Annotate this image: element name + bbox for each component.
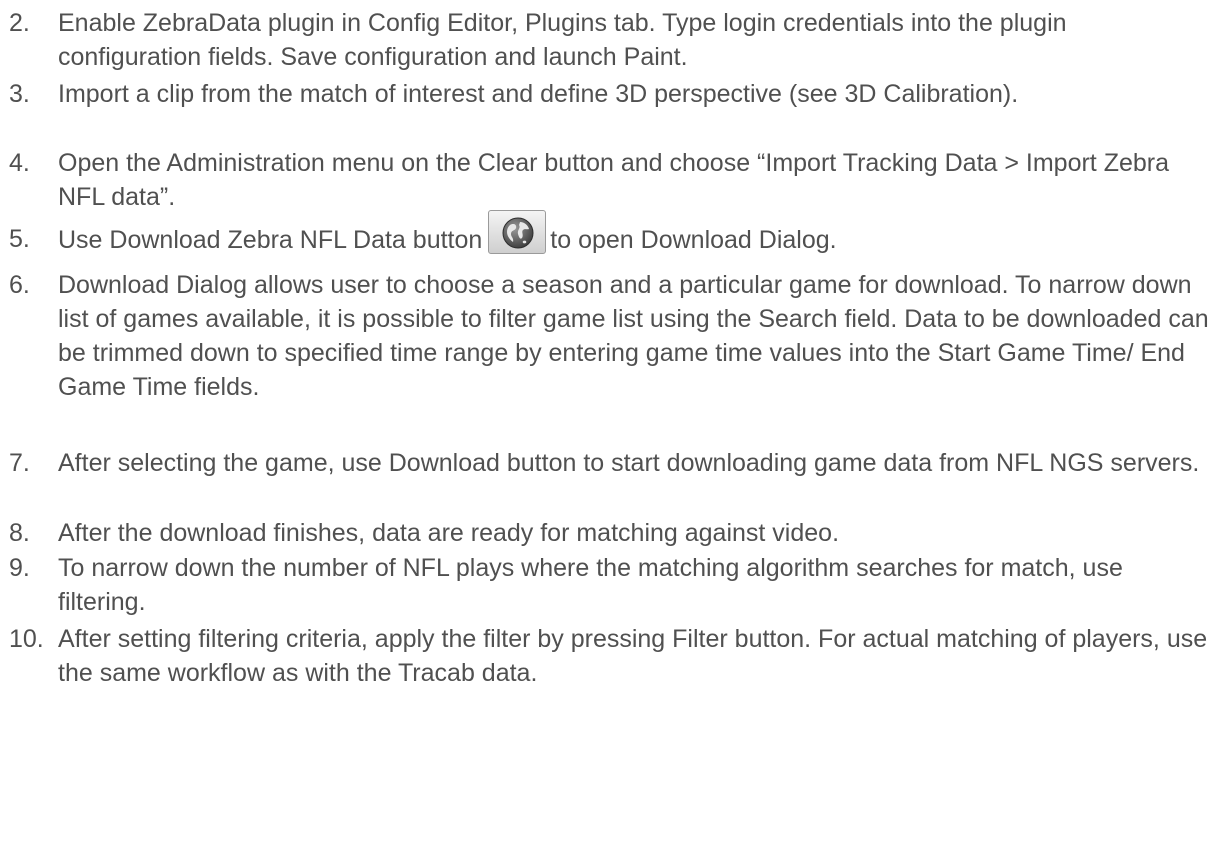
step-number: 8. bbox=[9, 519, 30, 547]
step-text: Download Dialog allows user to choose a … bbox=[58, 271, 1209, 401]
step-text: After setting filtering criteria, apply … bbox=[58, 625, 1208, 687]
step-number: 5. bbox=[9, 225, 30, 253]
step-text: After selecting the game, use Download b… bbox=[58, 449, 1200, 477]
step-8: 8. After the download finishes, data are… bbox=[0, 516, 845, 550]
step-text: Enable ZebraData plugin in Config Editor… bbox=[58, 9, 1067, 71]
step-3: 3. Import a clip from the match of inter… bbox=[0, 77, 1024, 111]
step-text: Open the Administration menu on the Clea… bbox=[58, 149, 1170, 211]
step-text-after: to open Download Dialog. bbox=[550, 226, 837, 254]
step-number: 6. bbox=[9, 271, 30, 299]
step-number: 3. bbox=[9, 80, 30, 108]
download-zebra-nfl-data-button[interactable] bbox=[488, 210, 547, 254]
step-text: Use Download Zebra NFL Data button to op… bbox=[58, 210, 837, 257]
step-number: 10. bbox=[9, 625, 44, 653]
step-number: 4. bbox=[9, 149, 30, 177]
step-5: 5. Use Download Zebra NFL Data button to bbox=[0, 210, 843, 257]
step-text: Import a clip from the match of interest… bbox=[58, 80, 1019, 108]
step-6: 6. Download Dialog allows user to choose… bbox=[0, 268, 1220, 404]
step-number: 2. bbox=[9, 9, 30, 37]
step-10: 10. After setting filtering criteria, ap… bbox=[0, 622, 1220, 690]
step-text-before: Use Download Zebra NFL Data button bbox=[58, 226, 483, 254]
step-number: 7. bbox=[9, 449, 30, 477]
step-4: 4. Open the Administration menu on the C… bbox=[0, 146, 1220, 214]
step-text: After the download finishes, data are re… bbox=[58, 519, 840, 547]
step-7: 7. After selecting the game, use Downloa… bbox=[0, 446, 1205, 480]
step-9: 9. To narrow down the number of NFL play… bbox=[0, 551, 1220, 619]
globe-icon bbox=[502, 217, 534, 249]
step-2: 2. Enable ZebraData plugin in Config Edi… bbox=[0, 6, 1220, 74]
step-text: To narrow down the number of NFL plays w… bbox=[58, 554, 1123, 616]
step-number: 9. bbox=[9, 554, 30, 582]
